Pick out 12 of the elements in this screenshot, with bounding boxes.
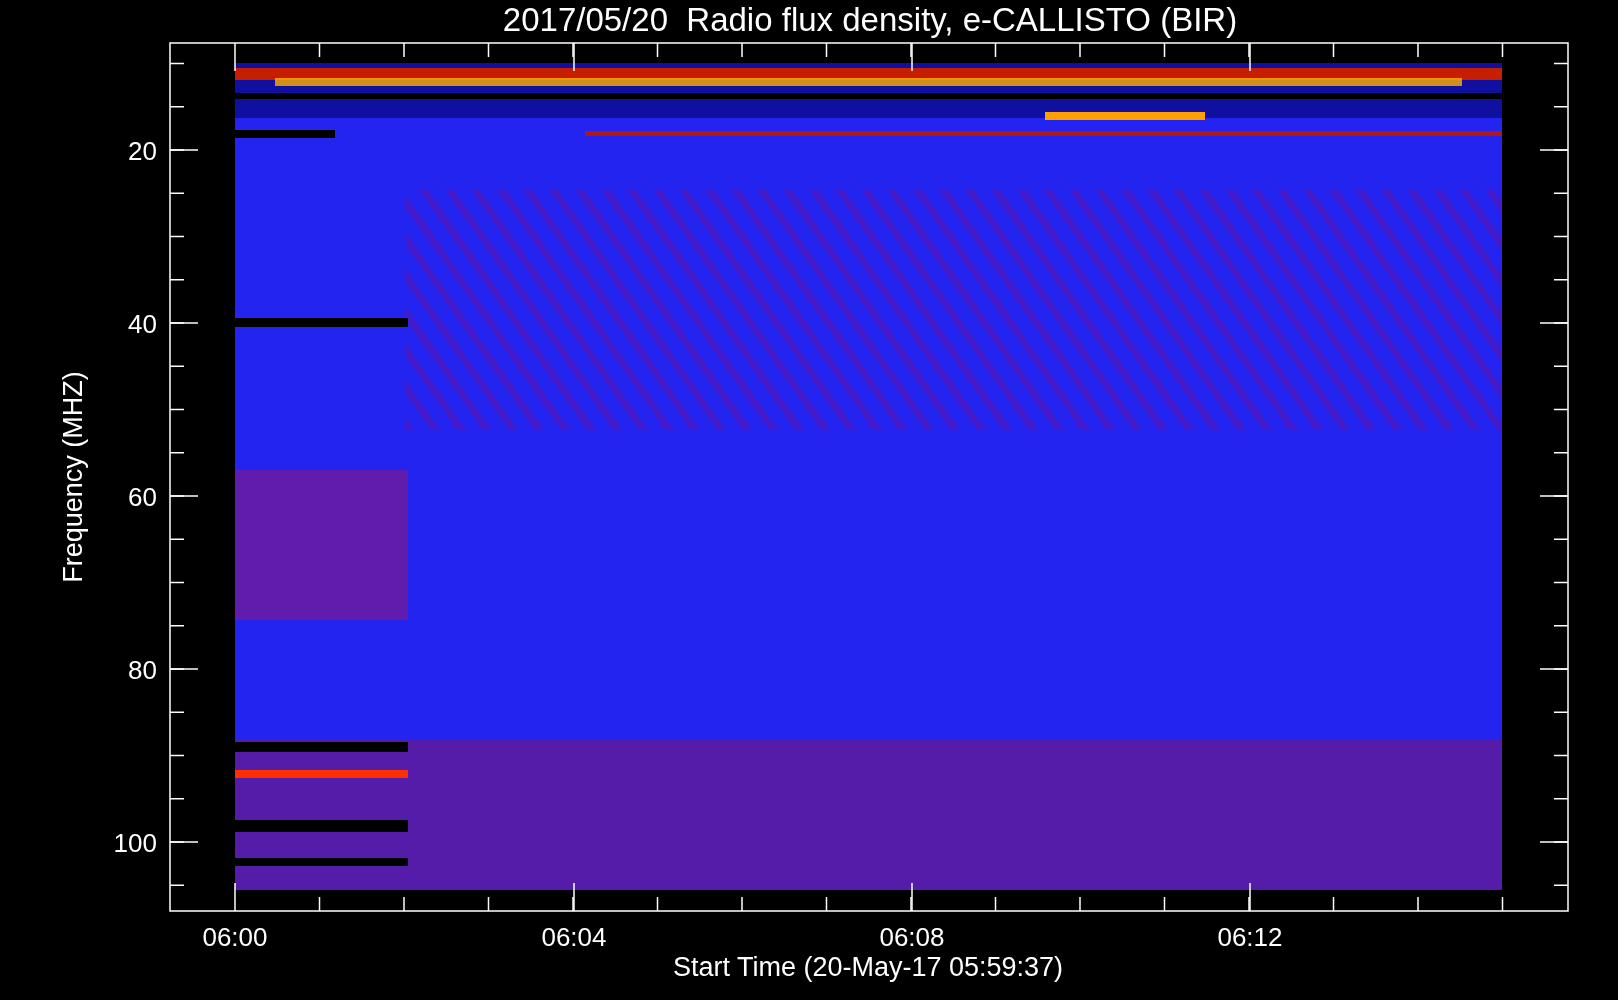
- y-tick-label: 20: [128, 136, 157, 166]
- chart-title: 2017/05/20 Radio flux density, e-CALLISTO (BIR): [502, 1, 1238, 38]
- y-tick-label: 60: [128, 482, 157, 512]
- y-tick-label: 100: [113, 828, 157, 858]
- y-axis-label: Frequency (MHZ): [58, 371, 88, 583]
- x-tick-label: 06:08: [879, 922, 945, 952]
- x-tick-label: 06:12: [1217, 922, 1283, 952]
- x-tick-label: 06:00: [202, 922, 268, 952]
- y-tick-label: 80: [128, 655, 157, 685]
- y-tick-label: 40: [128, 309, 157, 339]
- x-tick-label: 06:04: [541, 922, 607, 952]
- x-axis-label: Start Time (20-May-17 05:59:37): [672, 952, 1064, 982]
